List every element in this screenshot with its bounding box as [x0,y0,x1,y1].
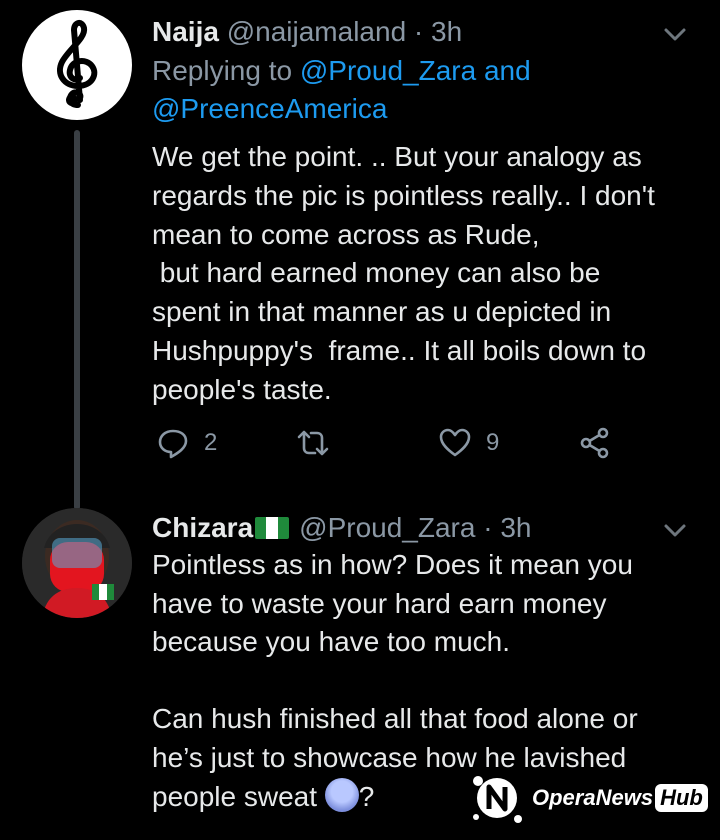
sweat-face-icon [324,777,359,812]
share-button[interactable] [578,426,612,460]
tweet-header: Chizara @Proud_Zara · 3h [152,510,692,546]
watermark-brand: OperaNews [532,785,654,810]
replying-to: Replying to @Proud_Zara and @PreenceAmer… [152,52,692,128]
profile-photo-icon [22,508,132,618]
tweet-text-end: ? [358,780,375,812]
display-name[interactable]: Naija [152,16,219,47]
reply-count: 2 [204,429,218,456]
avatar-chizara[interactable] [22,508,132,618]
retweet-icon [297,430,329,456]
mention-preence-america[interactable]: @PreenceAmerica [152,93,387,124]
tweet-header: Naija @naijamaland · 3h [152,14,692,50]
like-count: 9 [486,429,500,456]
watermark-hub: Hub [655,784,708,812]
user-handle[interactable]: @Proud_Zara [299,512,475,543]
operanews-logo-icon [473,776,522,823]
reply-button[interactable]: 2 [156,426,217,460]
mention-proud-zara[interactable]: @Proud_Zara [300,55,476,86]
share-icon [580,427,609,459]
timestamp[interactable]: 3h [500,512,531,543]
tweet-naija[interactable]: Naija @naijamaland · 3h Replying to @Pro… [0,0,720,510]
replying-prefix: Replying to [152,55,293,86]
display-name[interactable]: Chizara [152,512,253,543]
user-handle[interactable]: @naijamaland [227,16,406,47]
treble-clef-icon [57,20,98,108]
thread-line [74,130,80,510]
separator-dot: · [483,512,493,543]
operanews-hub-watermark: OperaNews Hub [468,766,712,830]
replying-and[interactable]: and [484,55,531,86]
chevron-down-icon[interactable] [658,20,692,48]
tweet-text: We get the point. .. But your analogy as… [152,141,655,405]
heart-icon [439,428,471,457]
watermark-text: OperaNews Hub [532,784,708,812]
separator-dot: · [413,16,424,47]
reply-icon [158,429,188,459]
chevron-down-icon[interactable] [658,516,692,544]
timestamp[interactable]: 3h [431,16,462,47]
tweet-actions: 2 9 [152,426,652,470]
like-button[interactable]: 9 [438,426,499,460]
avatar-naija[interactable] [22,10,132,120]
nigeria-flag-icon [255,517,290,539]
retweet-button[interactable] [296,426,330,460]
tweet-content: Naija @naijamaland · 3h Replying to @Pro… [152,14,692,410]
